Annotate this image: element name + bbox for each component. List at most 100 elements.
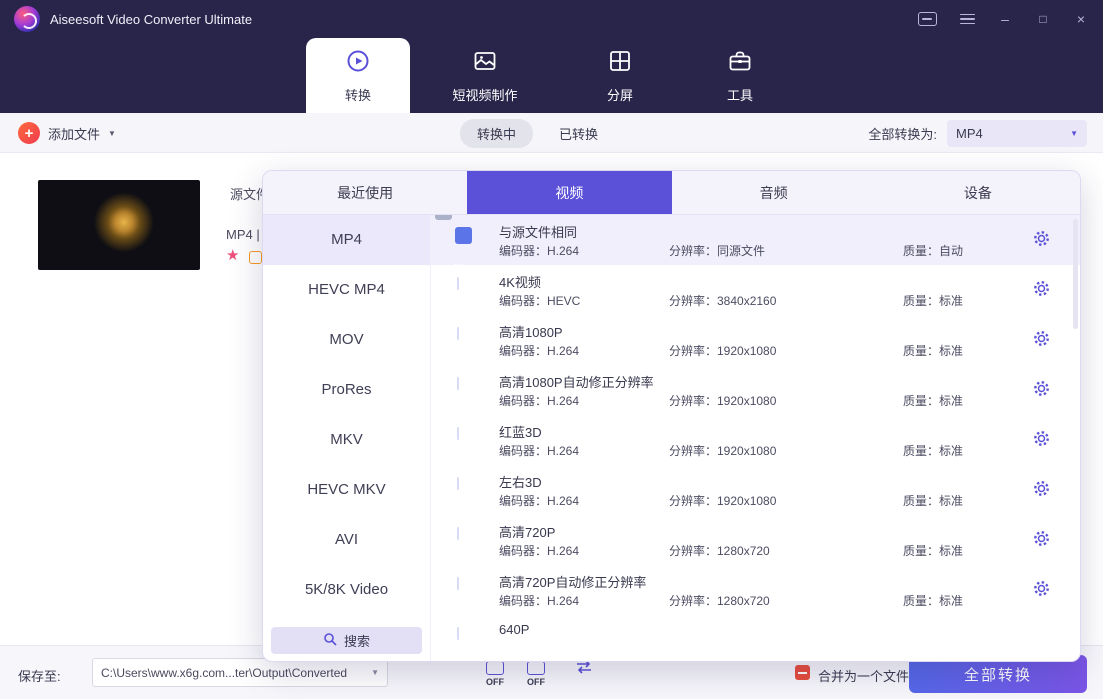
output-format-select[interactable]: MP4 ▼ (947, 120, 1087, 147)
tab-recently-used[interactable]: 最近使用 (263, 171, 467, 214)
format-quality: 质量：标准 (903, 342, 963, 359)
search-icon (323, 632, 337, 649)
search-button[interactable]: 搜索 (271, 627, 422, 654)
format-title: 高清720P (499, 522, 555, 541)
settings-gear-icon[interactable] (1033, 430, 1050, 447)
tab-split-screen[interactable]: 分屏 (560, 38, 680, 113)
split-screen-icon (607, 48, 633, 79)
minimize-icon[interactable]: – (997, 11, 1013, 27)
tab-short-video-maker-label: 短视频制作 (452, 85, 517, 104)
tab-device[interactable]: 设备 (876, 171, 1080, 214)
format-row-640p[interactable]: 640P 640P (431, 615, 1080, 662)
add-icon: + (18, 122, 40, 144)
tab-short-video-maker[interactable]: 短视频制作 (410, 38, 560, 113)
format-encoder: 编码器：H.264 (499, 442, 579, 459)
format-quality: 质量：自动 (903, 242, 963, 259)
format-resolution: 分辨率：1280x720 (669, 592, 770, 609)
format-encoder: 编码器：H.264 (499, 492, 579, 509)
format-row-same-as-source[interactable]: 与源文件相同 编码器：H.264 分辨率：同源文件 质量：自动 (431, 215, 1080, 265)
format-title: 红蓝3D (499, 422, 542, 441)
navbar: 转换 短视频制作 分屏 工具 (0, 38, 1103, 113)
clip-tool-icon[interactable] (249, 251, 262, 264)
format-row-1080p-auto[interactable]: 1080P 高清1080P自动修正分辨率 编码器：H.264 分辨率：1920x… (431, 365, 1080, 415)
format-encoder: 编码器：H.264 (499, 392, 579, 409)
file-format-label: MP4 | (226, 227, 260, 242)
sidebar-item-avi[interactable]: AVI (263, 515, 430, 565)
settings-gear-icon[interactable] (1033, 330, 1050, 347)
scrollbar-thumb[interactable] (1073, 219, 1078, 329)
movie-maker-icon (472, 48, 498, 79)
settings-gear-icon[interactable] (1033, 230, 1050, 247)
toggle-off-badge-1[interactable]: OFF (482, 661, 508, 687)
format-title: 高清1080P (499, 322, 563, 341)
output-path-caret-icon[interactable]: ▼ (371, 668, 379, 677)
format-title: 与源文件相同 (499, 222, 577, 241)
settings-gear-icon[interactable] (1033, 480, 1050, 497)
format-encoder: 编码器：HEVC (499, 292, 580, 309)
titlebar: Aiseesoft Video Converter Ultimate – □ × (0, 0, 1103, 38)
maximize-icon[interactable]: □ (1035, 11, 1051, 27)
format-quality: 质量：标准 (903, 292, 963, 309)
format-resolution: 分辨率：1280x720 (669, 542, 770, 559)
format-title: 左右3D (499, 472, 542, 491)
converted-toggle[interactable]: 已转换 (559, 124, 598, 143)
output-path-input[interactable]: C:\Users\www.x6g.com...ter\Output\Conver… (92, 658, 388, 687)
swap-icon[interactable] (575, 660, 593, 679)
sidebar-item-5k8k[interactable]: 5K/8K Video (263, 565, 430, 615)
sidebar-item-mp4[interactable]: MP4 (263, 215, 430, 265)
settings-gear-icon[interactable] (1033, 280, 1050, 297)
tab-video[interactable]: 视频 (467, 171, 671, 214)
format-resolution: 分辨率：1920x1080 (669, 392, 776, 409)
chat-bubble-icon (918, 12, 937, 26)
feedback-icon[interactable] (918, 11, 937, 27)
output-format-value: MP4 (956, 126, 1070, 141)
format-quality: 质量：标准 (903, 542, 963, 559)
format-title: 640P (499, 622, 529, 637)
format-row-4k[interactable]: 4K 4K视频 编码器：HEVC 分辨率：3840x2160 质量：标准 (431, 265, 1080, 315)
format-row-720p[interactable]: 720P 高清720P 编码器：H.264 分辨率：1280x720 质量：标准 (431, 515, 1080, 565)
sidebar-item-hevc-mkv[interactable]: HEVC MKV (263, 465, 430, 515)
format-quality: 质量：标准 (903, 592, 963, 609)
converting-toggle[interactable]: 转换中 (460, 119, 533, 148)
toggle-off-badge-2[interactable]: OFF (523, 661, 549, 687)
settings-gear-icon[interactable] (1033, 380, 1050, 397)
add-files-button[interactable]: + 添加文件 ▼ (18, 113, 116, 153)
format-resolution: 分辨率：3840x2160 (669, 292, 776, 309)
tab-convert[interactable]: 转换 (306, 38, 410, 113)
output-format-caret-icon: ▼ (1070, 129, 1078, 138)
favorite-star-icon[interactable]: ★ (226, 248, 239, 263)
format-title: 高清1080P自动修正分辨率 (499, 372, 654, 391)
format-encoder: 编码器：H.264 (499, 242, 579, 259)
format-title: 4K视频 (499, 272, 541, 291)
format-resolution: 分辨率：同源文件 (669, 242, 765, 259)
settings-gear-icon[interactable] (1033, 530, 1050, 547)
tab-toolbox[interactable]: 工具 (680, 38, 800, 113)
format-quality: 质量：标准 (903, 392, 963, 409)
toolbar: + 添加文件 ▼ 转换中 已转换 全部转换为: MP4 ▼ (0, 113, 1103, 153)
merge-into-one-file-label[interactable]: 合并为一个文件 (818, 666, 909, 685)
sidebar-item-mkv[interactable]: MKV (263, 415, 430, 465)
menu-icon[interactable] (959, 11, 975, 27)
format-row-720p-auto[interactable]: 720P 高清720P自动修正分辨率 编码器：H.264 分辨率：1280x72… (431, 565, 1080, 615)
format-resolution: 分辨率：1920x1080 (669, 492, 776, 509)
format-encoder: 编码器：H.264 (499, 592, 579, 609)
output-path-value: C:\Users\www.x6g.com...ter\Output\Conver… (101, 666, 371, 680)
tab-toolbox-label: 工具 (727, 85, 753, 104)
format-row-sbs-3d[interactable]: 3D 左右3D 编码器：H.264 分辨率：1920x1080 质量：标准 (431, 465, 1080, 515)
app-logo-icon (14, 6, 40, 32)
format-row-anaglyph-3d[interactable]: 3D 红蓝3D 编码器：H.264 分辨率：1920x1080 质量：标准 (431, 415, 1080, 465)
sidebar-item-prores[interactable]: ProRes (263, 365, 430, 415)
tab-audio[interactable]: 音频 (672, 171, 876, 214)
toolbox-icon (727, 48, 753, 79)
tab-split-screen-label: 分屏 (607, 85, 633, 104)
merge-icon[interactable] (795, 665, 810, 680)
settings-gear-icon[interactable] (1033, 580, 1050, 597)
sidebar-item-mov[interactable]: MOV (263, 315, 430, 365)
format-row-1080p[interactable]: 1080P 高清1080P 编码器：H.264 分辨率：1920x1080 质量… (431, 315, 1080, 365)
video-thumbnail[interactable] (38, 180, 200, 270)
sidebar-item-hevc-mp4[interactable]: HEVC MP4 (263, 265, 430, 315)
format-encoder: 编码器：H.264 (499, 542, 579, 559)
convert-icon (345, 48, 371, 79)
close-icon[interactable]: × (1073, 11, 1089, 27)
add-files-caret-icon[interactable]: ▼ (108, 129, 116, 138)
